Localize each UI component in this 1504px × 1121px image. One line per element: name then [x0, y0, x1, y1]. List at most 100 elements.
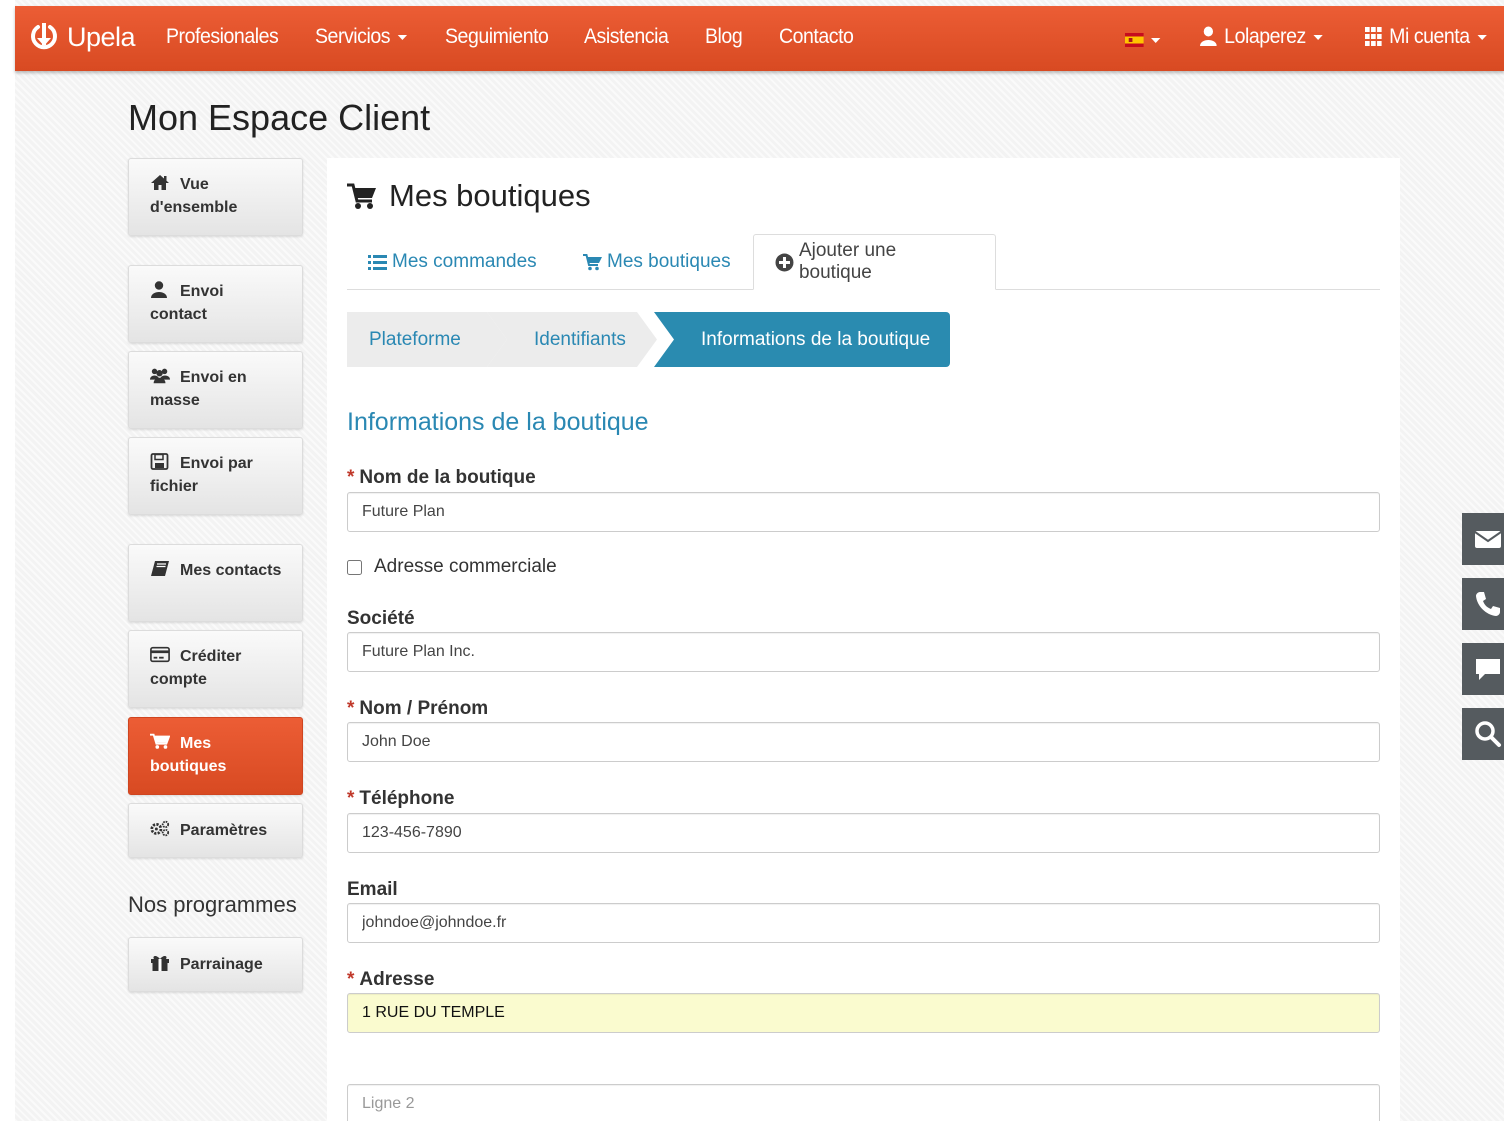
chevron-down-icon — [397, 34, 407, 40]
user-name: Lolaperez — [1224, 25, 1306, 48]
chat-float-button[interactable] — [1462, 643, 1504, 695]
sidebar-item-envoi-fichier[interactable]: Envoi par fichier — [128, 437, 303, 515]
phone-float-button[interactable] — [1462, 578, 1504, 630]
cart-icon — [150, 733, 172, 750]
user-menu[interactable]: Lolaperez — [1200, 25, 1323, 49]
required-marker: * — [347, 969, 355, 990]
label-text: Téléphone — [359, 788, 455, 809]
nav-servicios[interactable]: Servicios — [315, 25, 407, 49]
chevron-down-icon — [1151, 37, 1161, 43]
nav-seguimiento[interactable]: Seguimiento — [445, 25, 549, 49]
plus-circle-icon — [775, 253, 794, 271]
step-informations[interactable]: Informations de la boutique — [654, 312, 950, 367]
nav-contacto[interactable]: Contacto — [779, 25, 854, 49]
commercial-address-checkbox[interactable] — [347, 559, 362, 575]
users-icon — [150, 367, 172, 384]
search-icon — [1475, 721, 1501, 747]
floppy-icon — [150, 453, 172, 470]
name-input[interactable] — [347, 722, 1380, 762]
label-text: Adresse — [359, 969, 435, 990]
company-label: Société — [347, 608, 415, 630]
cart-icon — [583, 253, 602, 270]
nav-asistencia[interactable]: Asistencia — [584, 25, 669, 49]
email-float-button[interactable] — [1462, 513, 1504, 565]
chat-icon — [1476, 659, 1500, 680]
step-identifiants[interactable]: Identifiants — [487, 312, 657, 367]
name-label: * Nom / Prénom — [347, 698, 488, 720]
book-icon — [150, 560, 172, 577]
shop-name-label: * Nom de la boutique — [347, 467, 536, 489]
sidebar-item-envoi-masse[interactable]: Envoi en masse — [128, 351, 303, 429]
chevron-down-icon — [1477, 34, 1487, 40]
programs-heading: Nos programmes — [128, 892, 297, 917]
sidebar-item-label: Mes contacts — [180, 562, 282, 579]
nav-servicios-label: Servicios — [315, 25, 391, 48]
user-icon — [1200, 26, 1217, 46]
phone-input[interactable] — [347, 813, 1380, 853]
spain-flag-icon — [1125, 33, 1144, 48]
home-icon — [150, 174, 172, 191]
checkbox-label: Adresse commerciale — [374, 556, 557, 577]
language-selector[interactable] — [1125, 28, 1161, 52]
shop-name-input[interactable] — [347, 492, 1380, 532]
phone-icon — [1476, 592, 1500, 616]
sidebar-item-mes-contacts[interactable]: Mes contacts — [128, 544, 303, 622]
gears-icon — [150, 820, 172, 837]
nav-profesionales[interactable]: Profesionales — [166, 25, 279, 49]
main-panel: Mes boutiques Mes commandes Mes boutique… — [327, 158, 1400, 1121]
required-marker: * — [347, 788, 355, 809]
sidebar-item-parametres[interactable]: Paramètres — [128, 803, 303, 858]
email-input[interactable] — [347, 903, 1380, 943]
company-input[interactable] — [347, 632, 1380, 672]
step-label: Identifiants — [534, 328, 626, 350]
tab-mes-commandes[interactable]: Mes commandes — [347, 234, 558, 290]
email-label: Email — [347, 879, 398, 901]
page-title: Mon Espace Client — [128, 97, 431, 138]
label-text: Société — [347, 608, 415, 629]
label-text: Email — [347, 879, 398, 900]
tab-label: Mes boutiques — [607, 251, 731, 272]
upela-logo-icon — [31, 23, 57, 50]
brand-logo[interactable]: Upela — [29, 19, 136, 55]
panel-title: Mes boutiques — [347, 178, 591, 214]
commercial-address-row[interactable]: Adresse commerciale — [347, 556, 557, 578]
user-icon — [150, 281, 172, 298]
tab-label: Ajouter une boutique — [798, 240, 897, 283]
address-line2-input[interactable] — [347, 1084, 1380, 1121]
tab-ajouter-boutique[interactable]: Ajouter une boutique — [753, 234, 996, 290]
search-float-button[interactable] — [1462, 708, 1504, 760]
top-navbar: Upela Profesionales Servicios Seguimient… — [15, 6, 1504, 71]
sidebar-item-label: Paramètres — [180, 822, 268, 839]
grid-icon — [1365, 27, 1382, 46]
envelope-icon — [1474, 531, 1502, 548]
label-text: Nom de la boutique — [359, 467, 536, 488]
phone-label: * Téléphone — [347, 788, 454, 810]
sidebar-item-label: Parrainage — [180, 956, 263, 973]
sidebar-item-parrainage[interactable]: Parrainage — [128, 937, 303, 992]
label-text: Nom / Prénom — [359, 698, 489, 719]
step-label: Informations de la boutique — [701, 328, 931, 350]
required-marker: * — [347, 698, 355, 719]
nav-blog[interactable]: Blog — [705, 25, 743, 49]
panel-title-text: Mes boutiques — [389, 178, 591, 213]
brand-name: Upela — [67, 21, 136, 52]
step-plateforme[interactable]: Plateforme — [347, 312, 507, 367]
step-label: Plateforme — [369, 328, 461, 350]
address-label: * Adresse — [347, 969, 434, 991]
chevron-down-icon — [1313, 34, 1323, 40]
sidebar-item-overview[interactable]: Vue d'ensemble — [128, 158, 303, 236]
account-menu[interactable]: Mi cuenta — [1365, 25, 1487, 49]
sidebar-item-mes-boutiques[interactable]: Mes boutiques — [128, 717, 303, 795]
gift-icon — [150, 954, 172, 971]
section-title: Informations de la boutique — [347, 408, 649, 436]
account-label: Mi cuenta — [1389, 25, 1470, 48]
sidebar-item-envoi-contact[interactable]: Envoi contact — [128, 265, 303, 343]
sidebar-item-crediter-compte[interactable]: Créditer compte — [128, 630, 303, 708]
credit-card-icon — [150, 646, 172, 663]
required-marker: * — [347, 467, 355, 488]
tab-mes-boutiques[interactable]: Mes boutiques — [562, 234, 752, 290]
address-input[interactable] — [347, 993, 1380, 1033]
list-icon — [368, 254, 387, 270]
cart-icon — [347, 183, 376, 209]
tab-label: Mes commandes — [392, 251, 537, 272]
